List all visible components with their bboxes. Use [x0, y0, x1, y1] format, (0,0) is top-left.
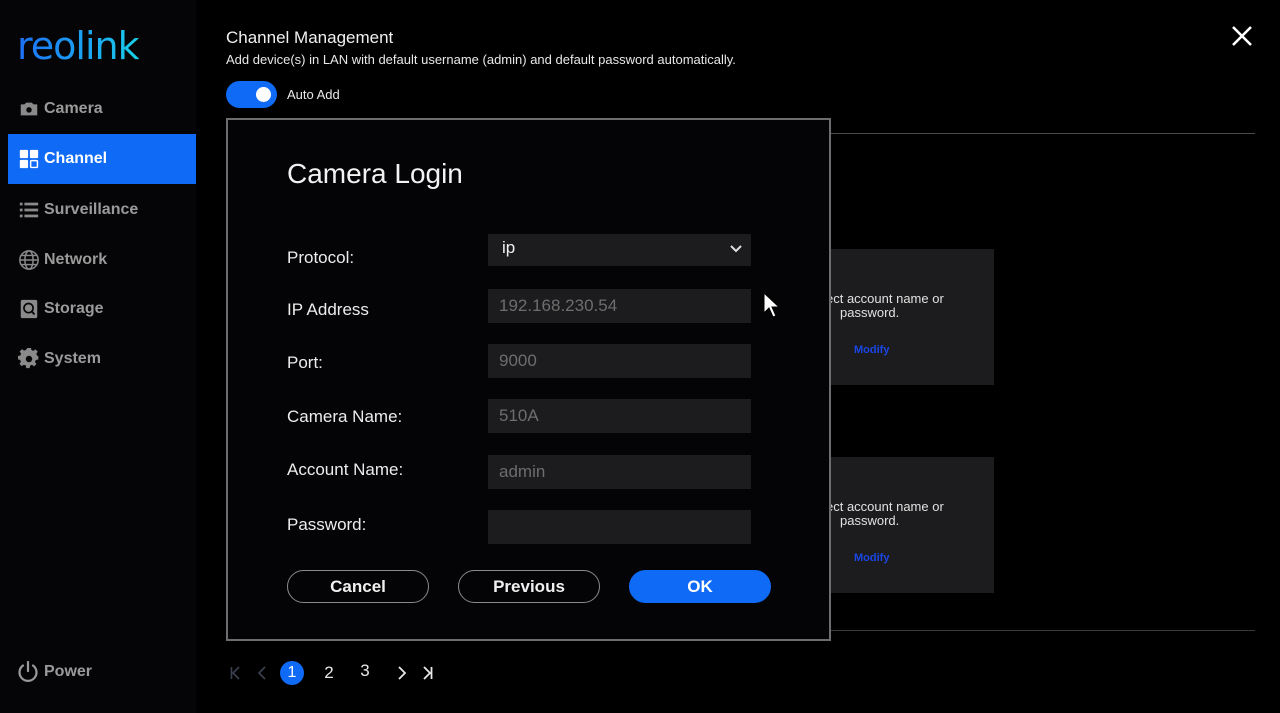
sidebar-item-channel[interactable]: Channel [8, 134, 196, 184]
card-message: ect account name or password. [826, 292, 986, 320]
account-name-label: Account Name: [287, 460, 404, 479]
chevron-down-icon [730, 245, 742, 253]
card-message-line: ect account name or [826, 292, 944, 306]
previous-button[interactable]: Previous [458, 570, 600, 603]
globe-icon [18, 249, 40, 271]
sidebar-item-label: Channel [44, 150, 108, 167]
chevron-left-icon [258, 666, 266, 680]
camera-name-label: Camera Name: [287, 407, 403, 426]
auto-add-label: Auto Add [287, 87, 340, 102]
sidebar: reolink Camera Channel Surveillance Netw… [0, 0, 196, 713]
auto-add-toggle[interactable] [226, 81, 277, 108]
sidebar-item-network[interactable]: Network [8, 235, 196, 285]
dialog-title: Camera Login [287, 158, 463, 189]
sidebar-item-system[interactable]: System [8, 334, 196, 384]
modify-link[interactable]: Modify [854, 552, 889, 564]
reolink-logo: reolink [17, 24, 140, 68]
power-icon [18, 660, 38, 682]
camera-login-dialog: Camera Login Protocol: ip IP Address Por… [226, 118, 831, 641]
last-page-button[interactable] [422, 660, 434, 686]
protocol-select[interactable]: ip [488, 234, 751, 266]
page-2[interactable]: 2 [320, 660, 338, 686]
channel-card: ect account name or password. Modify [826, 457, 994, 593]
first-page-button[interactable] [229, 660, 241, 686]
sidebar-item-label: Camera [44, 100, 103, 117]
close-icon[interactable] [1230, 24, 1254, 48]
sidebar-item-storage[interactable]: Storage [8, 284, 196, 334]
last-page-icon [423, 666, 433, 680]
first-page-icon [230, 666, 240, 680]
ip-address-label: IP Address [287, 300, 369, 319]
card-message-line: password. [840, 305, 900, 320]
password-input[interactable] [488, 510, 751, 544]
prev-page-button[interactable] [256, 660, 268, 686]
sidebar-item-label: System [44, 350, 101, 367]
port-input[interactable] [488, 344, 751, 378]
account-name-input[interactable] [488, 455, 751, 489]
grid-icon [18, 148, 40, 170]
ok-button[interactable]: OK [629, 570, 771, 603]
camera-icon [18, 98, 40, 120]
card-message-line: password. [840, 513, 900, 528]
password-label: Password: [287, 515, 367, 534]
sidebar-item-label: Storage [44, 300, 104, 317]
sidebar-item-surveillance[interactable]: Surveillance [8, 185, 196, 235]
mouse-cursor-icon [763, 292, 781, 318]
power-button[interactable]: Power [16, 660, 92, 684]
sidebar-item-label: Surveillance [44, 201, 139, 218]
divider [830, 630, 1255, 631]
sidebar-item-camera[interactable]: Camera [8, 84, 196, 134]
toggle-knob [256, 87, 271, 102]
protocol-label: Protocol: [287, 248, 355, 267]
gear-icon [18, 348, 40, 370]
channel-card: ect account name or password. Modify [826, 249, 994, 385]
page-title: Channel Management [226, 28, 394, 47]
divider [830, 133, 1255, 134]
card-message-line: ect account name or [826, 500, 944, 514]
cancel-button[interactable]: Cancel [287, 570, 429, 603]
page-3[interactable]: 3 [356, 658, 374, 684]
chevron-right-icon [398, 666, 406, 680]
ip-address-input[interactable] [488, 289, 751, 323]
sidebar-item-label: Network [44, 251, 108, 268]
port-label: Port: [287, 353, 323, 372]
page-1[interactable]: 1 [280, 661, 304, 685]
modify-link[interactable]: Modify [854, 344, 889, 356]
power-label: Power [44, 663, 93, 680]
card-message: ect account name or password. [826, 500, 986, 528]
next-page-button[interactable] [396, 660, 408, 686]
hdd-icon [18, 298, 40, 320]
protocol-value: ip [502, 238, 516, 257]
list-icon [18, 199, 40, 221]
page-subtitle: Add device(s) in LAN with default userna… [226, 52, 736, 67]
camera-name-input[interactable] [488, 399, 751, 433]
